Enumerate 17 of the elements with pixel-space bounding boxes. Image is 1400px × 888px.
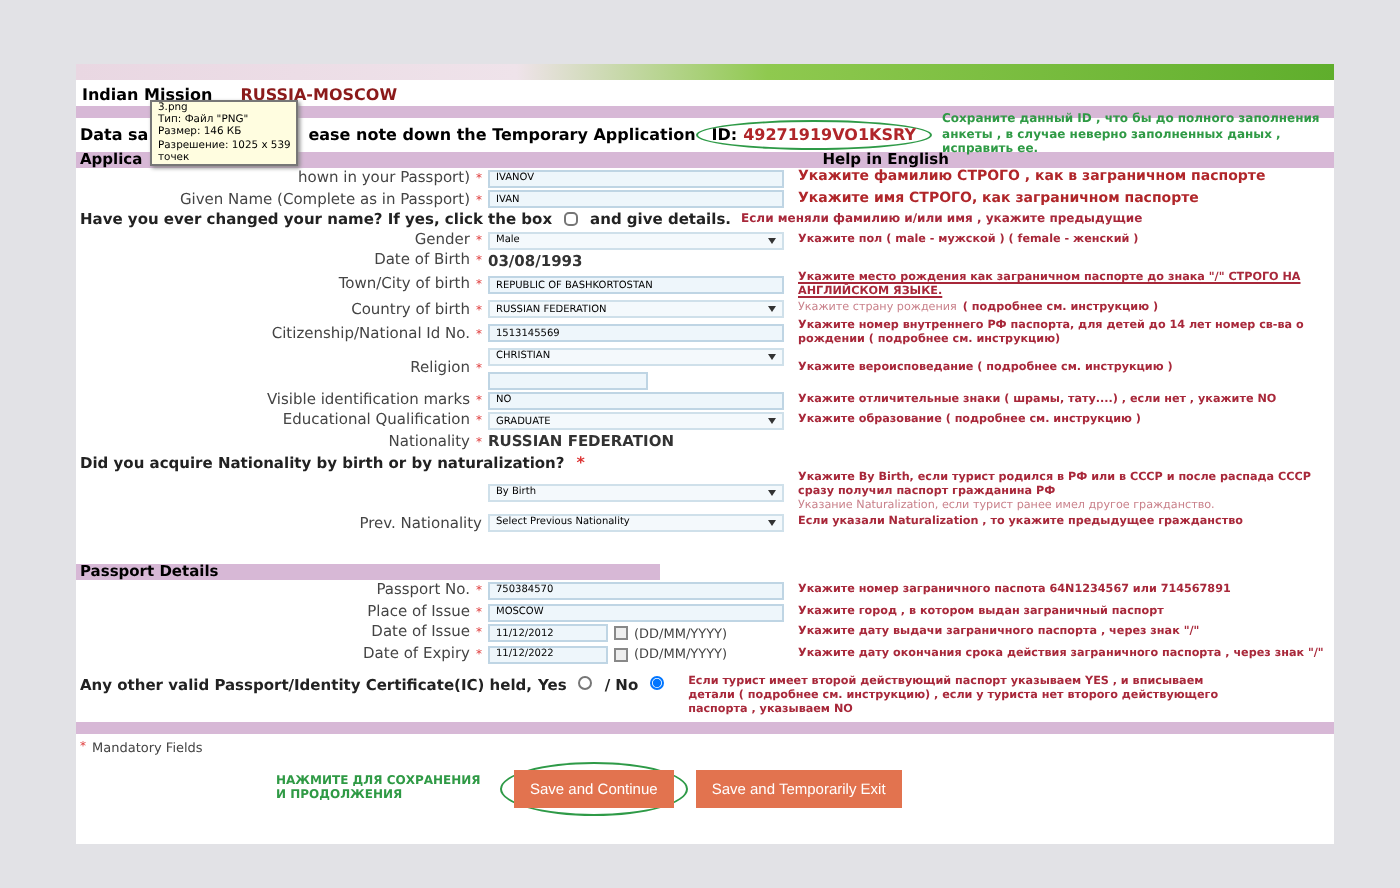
mission-name: RUSSIA-MOSCOW: [240, 86, 398, 104]
caret-icon: [768, 306, 776, 313]
caret-icon: [768, 489, 776, 496]
text-field[interactable]: [488, 371, 648, 390]
notice-text: ease note down the Temporary Application: [308, 126, 696, 144]
mission-label: Indian Mission: [82, 86, 213, 104]
caret-icon: [768, 418, 776, 425]
caret-icon: [768, 519, 776, 526]
caret-icon: [768, 237, 776, 244]
notice-text: Data sa: [80, 126, 149, 144]
radio-button[interactable]: [650, 676, 665, 691]
radio-button[interactable]: [578, 676, 593, 691]
application-id: 49271919VO1KSRY: [743, 126, 917, 144]
required-mark: *: [576, 453, 585, 473]
caret-icon: [768, 353, 776, 360]
name-change-checkbox[interactable]: [564, 212, 579, 227]
id-label: ID:: [711, 126, 738, 144]
